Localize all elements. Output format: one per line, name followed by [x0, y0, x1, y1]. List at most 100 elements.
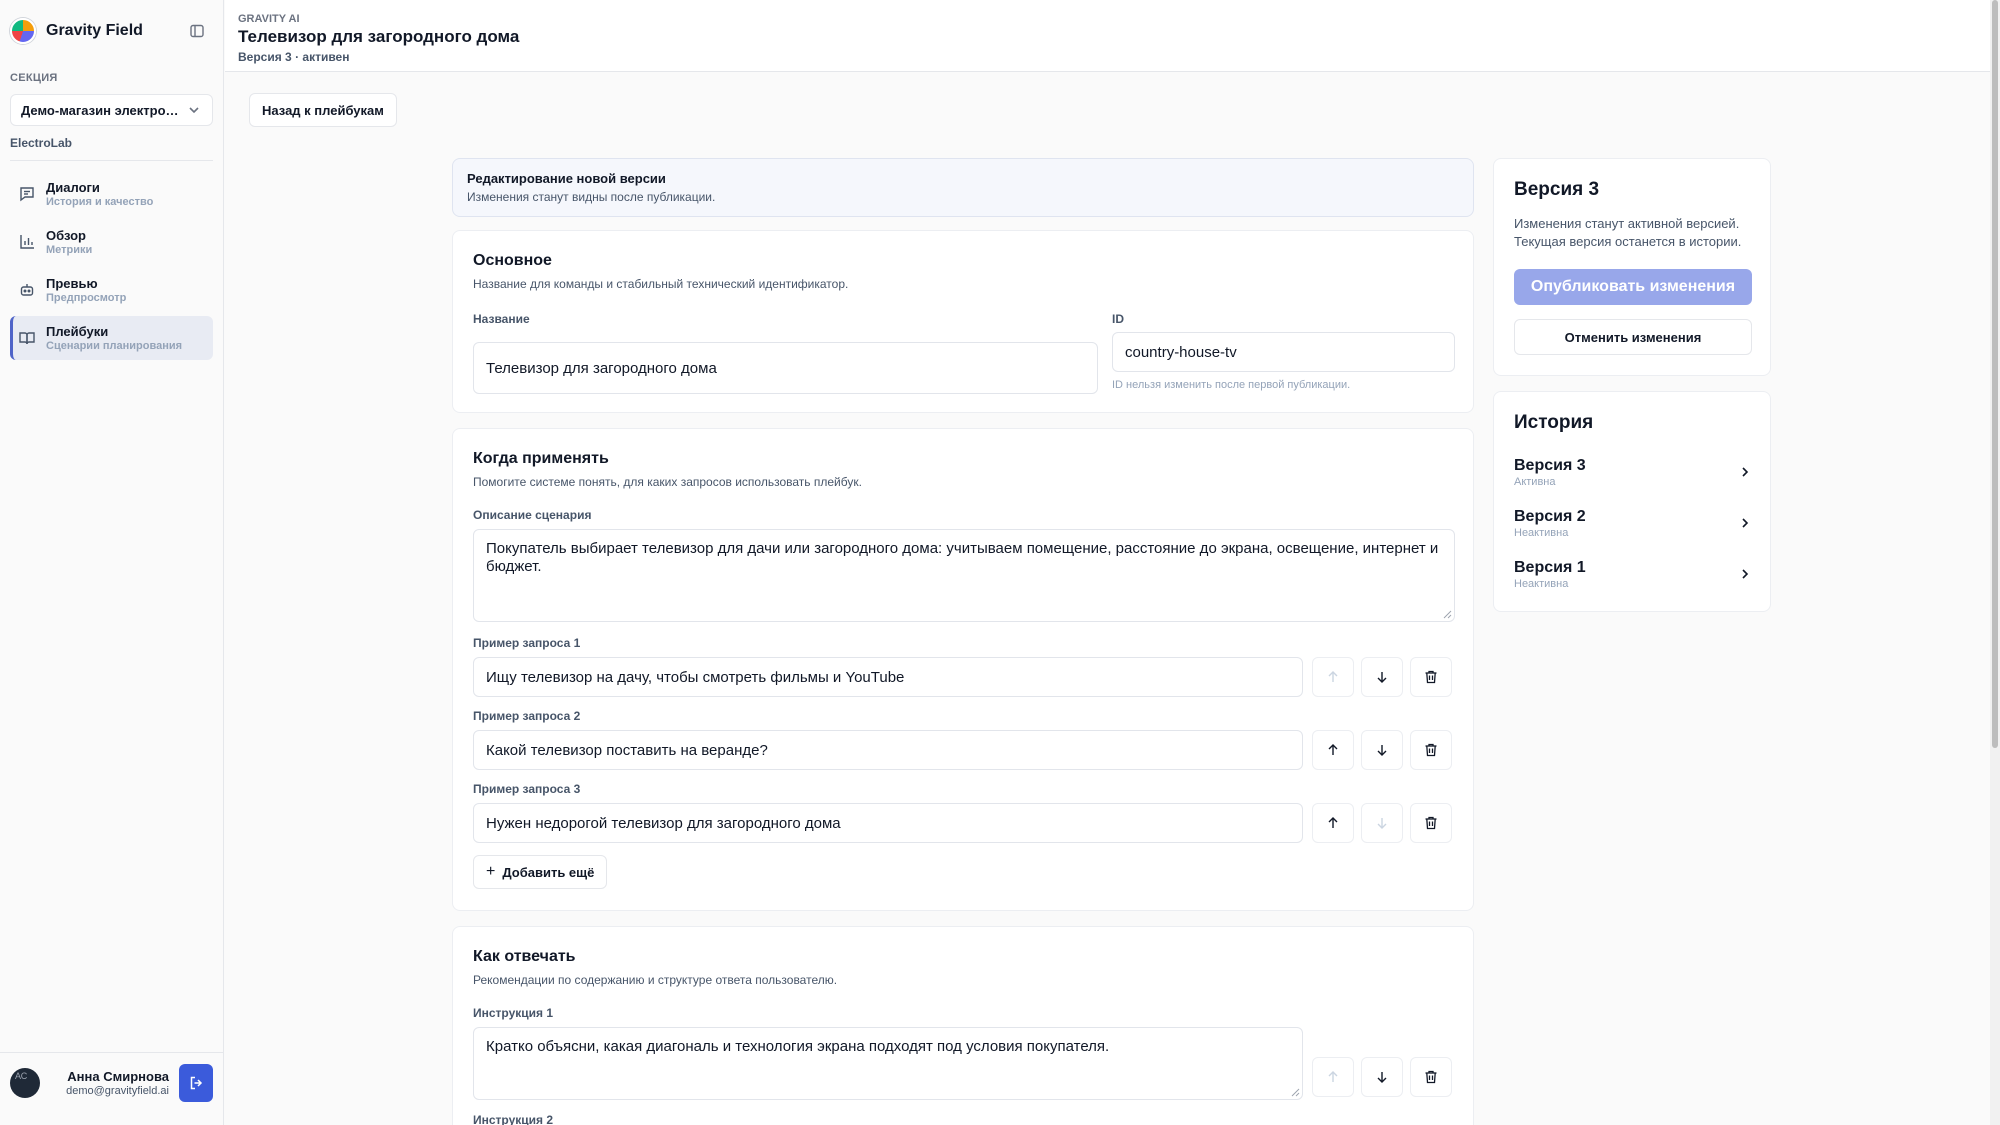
- section-select[interactable]: Демо-магазин электро…: [10, 94, 213, 126]
- chevron-right-icon: [1742, 467, 1749, 477]
- history-item-status: Активна: [1514, 475, 1556, 488]
- move-down-button[interactable]: [1361, 1057, 1403, 1097]
- book-icon: [19, 332, 35, 345]
- banner-subtitle: Изменения станут видны после публикации.: [467, 190, 716, 204]
- arrow-down-icon: [1377, 745, 1387, 756]
- user-name: Анна Смирнова: [67, 1069, 169, 1084]
- page-title: Телевизор для загородного дома: [238, 27, 520, 46]
- sidebar-nav: Диалоги История и качество Обзор Метрики П…: [10, 172, 213, 364]
- resize-handle-icon[interactable]: [1291, 1088, 1300, 1097]
- org-name: ElectroLab: [10, 136, 73, 150]
- scenario-label: Описание сценария: [473, 508, 592, 522]
- section-description: Рекомендации по содержанию и структуре о…: [473, 973, 838, 987]
- sidebar-item-title: Диалоги: [46, 180, 100, 195]
- edit-banner: Редактирование новой версии Изменения ст…: [452, 158, 1474, 217]
- history-item-name: Версия 1: [1514, 558, 1586, 576]
- id-input[interactable]: country-house-tv: [1112, 332, 1455, 372]
- arrow-down-icon: [1377, 672, 1387, 683]
- add-example-label: Добавить ещё: [502, 864, 595, 880]
- history-item-status: Неактивна: [1514, 577, 1569, 590]
- delete-button[interactable]: [1410, 657, 1452, 697]
- sidebar-item-subtitle: Сценарии планирования: [46, 340, 183, 352]
- delete-button[interactable]: [1410, 730, 1452, 770]
- sidebar-item-dialogs[interactable]: Диалоги История и качество: [10, 172, 213, 216]
- brand-name: Gravity Field: [46, 22, 143, 39]
- version-card: Версия 3 Изменения станут активной верси…: [1493, 158, 1771, 376]
- arrow-up-icon: [1328, 744, 1338, 755]
- history-title: История: [1514, 412, 1594, 433]
- user-email: demo@gravityfield.ai: [66, 1085, 169, 1097]
- divider: [0, 1052, 224, 1053]
- move-up-button[interactable]: [1312, 1057, 1354, 1097]
- example-input[interactable]: Какой телевизор поставить на веранде?: [473, 730, 1303, 770]
- version-description-line: Изменения станут активной версией.: [1514, 216, 1740, 231]
- brand[interactable]: Gravity Field: [10, 18, 143, 44]
- bot-icon: [20, 284, 34, 296]
- delete-button[interactable]: [1410, 803, 1452, 843]
- sidebar-item-subtitle: Метрики: [46, 244, 93, 256]
- move-down-button[interactable]: [1361, 730, 1403, 770]
- instruction-textarea[interactable]: Кратко объясни, какая диагональ и технол…: [473, 1027, 1303, 1100]
- page-header: GRAVITY AI Телевизор для загородного дом…: [225, 0, 1990, 72]
- arrow-up-icon: [1328, 1071, 1338, 1082]
- add-example-button[interactable]: + Добавить ещё: [473, 855, 608, 889]
- sidebar-toggle-icon: [190, 24, 204, 38]
- id-label: ID: [1112, 312, 1124, 326]
- sidebar-item-preview[interactable]: Превью Предпросмотр: [10, 268, 213, 312]
- sidebar-item-title: Превью: [46, 276, 98, 291]
- section-title: Как отвечать: [473, 948, 576, 965]
- publish-button[interactable]: Опубликовать изменения: [1514, 269, 1752, 305]
- move-up-button[interactable]: [1312, 657, 1354, 697]
- history-item[interactable]: Версия 3 Активна: [1514, 452, 1752, 492]
- discard-button[interactable]: Отменить изменения: [1514, 319, 1752, 355]
- instruction-label: Инструкция 1: [473, 1006, 554, 1020]
- sidebar-item-subtitle: Предпросмотр: [46, 292, 127, 304]
- move-up-button[interactable]: [1312, 730, 1354, 770]
- arrow-down-icon: [1377, 818, 1387, 829]
- section-description: Название для команды и стабильный технич…: [473, 277, 849, 291]
- move-down-button[interactable]: [1361, 803, 1403, 843]
- section-label: СЕКЦИЯ: [10, 72, 58, 84]
- instruction-text: Кратко объясни, какая диагональ и технол…: [486, 1038, 1110, 1055]
- section-description: Помогите системе понять, для каких запро…: [473, 475, 862, 489]
- logout-icon: [190, 1076, 203, 1090]
- history-item[interactable]: Версия 2 Неактивна: [1514, 503, 1752, 543]
- plus-icon: +: [486, 863, 496, 880]
- arrow-down-icon: [1377, 1072, 1387, 1083]
- delete-button[interactable]: [1410, 1057, 1452, 1097]
- move-up-button[interactable]: [1312, 803, 1354, 843]
- sidebar-item-title: Плейбуки: [46, 324, 109, 339]
- chat-icon: [20, 187, 34, 202]
- when-section: Когда применять Помогите системе понять,…: [452, 428, 1474, 911]
- history-item[interactable]: Версия 1 Неактивна: [1514, 554, 1752, 594]
- scrollbar-thumb[interactable]: [1992, 0, 1998, 748]
- example-input[interactable]: Нужен недорогой телевизор для загородног…: [473, 803, 1303, 843]
- instruction-label: Инструкция 2: [473, 1113, 554, 1125]
- version-description-line: Текущая версия останется в истории.: [1514, 234, 1742, 249]
- example-input[interactable]: Ищу телевизор на дачу, чтобы смотреть фи…: [473, 657, 1303, 697]
- sidebar-item-title: Обзор: [46, 228, 86, 243]
- name-input[interactable]: Телевизор для загородного дома: [473, 342, 1098, 394]
- back-to-playbooks-button[interactable]: Назад к плейбукам: [249, 93, 397, 127]
- avatar[interactable]: АС: [10, 1068, 40, 1098]
- page-scrollbar[interactable]: [1990, 0, 2000, 1125]
- sidebar-item-overview[interactable]: Обзор Метрики: [10, 220, 213, 264]
- breadcrumb: GRAVITY AI: [238, 13, 300, 25]
- arrow-up-icon: [1328, 817, 1338, 828]
- chevron-down-icon: [189, 107, 199, 114]
- move-down-button[interactable]: [1361, 657, 1403, 697]
- page-subtitle: Версия 3 · активен: [238, 50, 350, 64]
- example-label: Пример запроса 2: [473, 709, 581, 723]
- arrow-up-icon: [1328, 671, 1338, 682]
- sidebar-item-playbooks[interactable]: Плейбуки Сценарии планирования: [10, 316, 213, 360]
- history-card: История Версия 3 Активна Версия 2 Неактивн…: [1493, 391, 1771, 612]
- user-info: Анна Смирнова demo@gravityfield.ai: [50, 1069, 179, 1097]
- resize-handle-icon[interactable]: [1443, 610, 1452, 619]
- example-label: Пример запроса 1: [473, 636, 581, 650]
- scenario-textarea[interactable]: Покупатель выбирает телевизор для дачи и…: [473, 529, 1455, 622]
- sidebar-toggle-button[interactable]: [182, 16, 212, 46]
- trash-icon: [1425, 816, 1437, 830]
- banner-title: Редактирование новой версии: [467, 171, 666, 186]
- logout-button[interactable]: [179, 1064, 213, 1102]
- version-description: Изменения станут активной версией. Текущ…: [1514, 215, 1750, 251]
